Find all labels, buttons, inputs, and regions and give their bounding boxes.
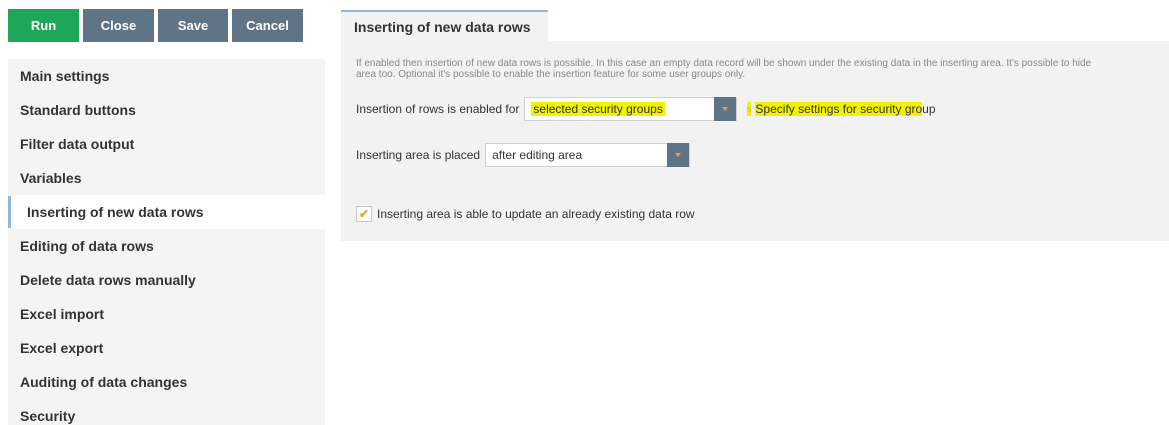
chevron-down-icon[interactable] bbox=[714, 97, 737, 121]
sidebar-item-auditing[interactable]: Auditing of data changes bbox=[8, 365, 325, 399]
specify-link-text: Specify settings for security gro bbox=[755, 102, 923, 116]
area-select-value: after editing area bbox=[492, 148, 583, 162]
toolbar: Run Close Save Cancel bbox=[8, 9, 303, 42]
sidebar-item-excel-import[interactable]: Excel import bbox=[8, 297, 325, 331]
panel-description: If enabled then insertion of new data ro… bbox=[356, 58, 1169, 80]
sidebar-item-standard-buttons[interactable]: Standard buttons bbox=[8, 93, 325, 127]
sidebar-item-inserting-new-rows[interactable]: Inserting of new data rows bbox=[8, 195, 325, 229]
sidebar-item-editing-rows[interactable]: Editing of data rows bbox=[8, 229, 325, 263]
sidebar-item-variables[interactable]: Variables bbox=[8, 161, 325, 195]
chevron-down-icon[interactable] bbox=[667, 143, 690, 167]
chevron-right-icon: › bbox=[747, 102, 752, 116]
description-line-2: area too. Optional it's possible to enab… bbox=[356, 69, 746, 80]
sidebar-item-excel-export[interactable]: Excel export bbox=[8, 331, 325, 365]
area-select[interactable]: after editing area bbox=[485, 143, 691, 167]
area-label: Inserting area is placed bbox=[356, 148, 481, 162]
run-button[interactable]: Run bbox=[8, 9, 79, 42]
sidebar-item-security[interactable]: Security bbox=[8, 399, 325, 425]
insertion-select[interactable]: selected security groups bbox=[524, 97, 738, 121]
update-row: ✔ Inserting area is able to update an al… bbox=[356, 204, 695, 224]
checkmark-icon: ✔ bbox=[358, 207, 370, 221]
update-checkbox-label: Inserting area is able to update an alre… bbox=[377, 207, 695, 221]
sidebar-item-main-settings[interactable]: Main settings bbox=[8, 59, 325, 93]
description-line-1: If enabled then insertion of new data ro… bbox=[356, 58, 1092, 69]
insertion-row: Insertion of rows is enabled for selecte… bbox=[356, 97, 936, 121]
tab-inserting-new-rows[interactable]: Inserting of new data rows bbox=[341, 10, 548, 41]
settings-sidebar: Main settings Standard buttons Filter da… bbox=[8, 59, 325, 425]
save-button[interactable]: Save bbox=[158, 9, 228, 42]
sidebar-item-filter-data-output[interactable]: Filter data output bbox=[8, 127, 325, 161]
area-row: Inserting area is placed after editing a… bbox=[356, 143, 691, 167]
tab-title: Inserting of new data rows bbox=[354, 18, 531, 35]
sidebar-item-delete-rows[interactable]: Delete data rows manually bbox=[8, 263, 325, 297]
cancel-button[interactable]: Cancel bbox=[232, 9, 303, 42]
settings-panel: If enabled then insertion of new data ro… bbox=[341, 41, 1169, 241]
close-button[interactable]: Close bbox=[83, 9, 154, 42]
specify-settings-link[interactable]: › Specify settings for security gro up bbox=[747, 102, 936, 116]
update-checkbox[interactable]: ✔ bbox=[356, 206, 372, 222]
insertion-select-value: selected security groups bbox=[531, 102, 665, 116]
specify-link-tail: up bbox=[922, 102, 936, 116]
insertion-label: Insertion of rows is enabled for bbox=[356, 102, 520, 116]
